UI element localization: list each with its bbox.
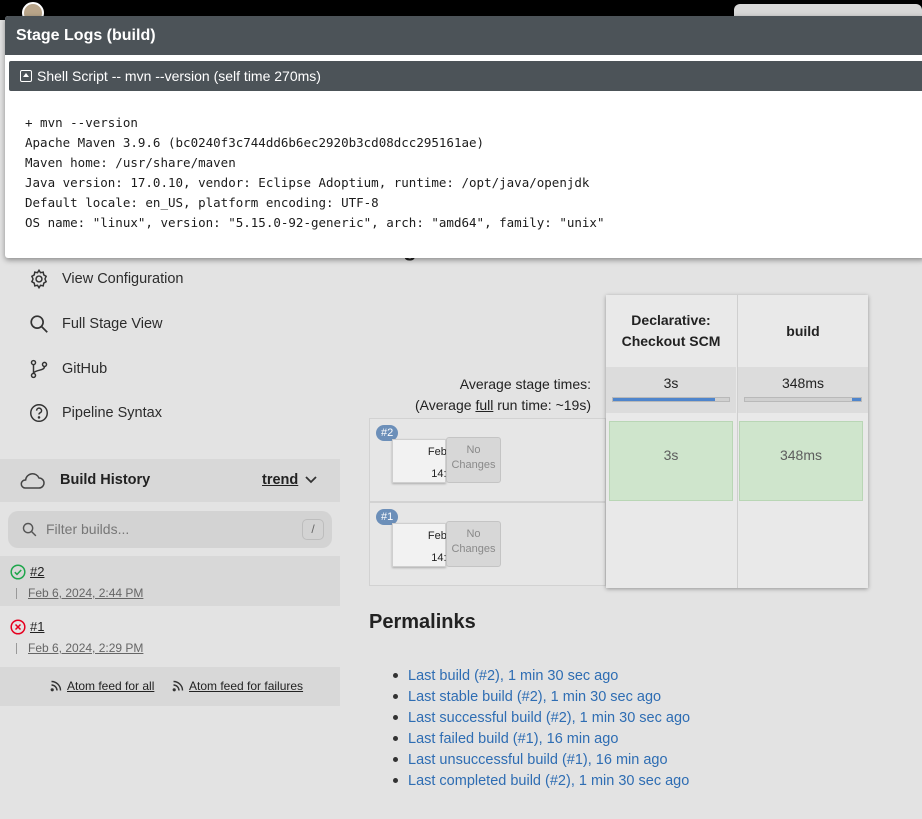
atom-feed-failures-link[interactable]: Atom feed for failures <box>172 679 303 693</box>
sidebar-item-label: Full Stage View <box>62 316 163 332</box>
full-run-link[interactable]: full <box>475 397 493 413</box>
sidebar-item-pipeline-syntax[interactable]: Pipeline Syntax <box>28 401 162 425</box>
stage-duration: 348ms <box>779 447 823 463</box>
build-date-link[interactable]: Feb 6, 2024, 2:44 PM <box>28 586 143 600</box>
permalink-item[interactable]: Last unsuccessful build (#1), 16 min ago <box>393 749 690 770</box>
build-history-row[interactable]: #2 Feb 6, 2024, 2:44 PM <box>0 556 340 606</box>
cloud-icon <box>20 473 45 489</box>
trend-link[interactable]: trend <box>262 472 298 488</box>
log-step-label: Shell Script -- mvn --version (self time… <box>37 68 321 84</box>
success-check-icon <box>10 564 26 580</box>
log-line: Apache Maven 3.9.6 (bc0240f3c744dd6b6ec2… <box>25 135 485 150</box>
run-date-box: Feb 06 14:29 <box>392 523 462 567</box>
log-line: OS name: "linux", version: "5.15.0-92-ge… <box>25 215 605 230</box>
log-line: Default locale: en_US, platform encoding… <box>25 195 379 210</box>
stage-duration: 3s <box>663 447 679 463</box>
build-history-header: Build History trend <box>0 459 340 502</box>
sidebar-item-label: View Configuration <box>62 271 184 287</box>
avg-time-value: 3s <box>663 375 679 391</box>
sidebar-item-github[interactable]: GitHub <box>28 357 107 381</box>
permalink-item[interactable]: Last build (#2), 1 min 30 sec ago <box>393 665 690 686</box>
timeline-divider <box>16 588 17 599</box>
stage-header-build: build <box>786 322 820 339</box>
shortcut-key-badge: / <box>302 519 324 540</box>
build-history-row[interactable]: #1 Feb 6, 2024, 2:29 PM <box>0 611 340 661</box>
rss-icon <box>50 680 62 692</box>
help-icon <box>30 404 48 422</box>
avg-run-prefix: (Average <box>414 397 476 413</box>
failure-x-icon <box>10 619 26 635</box>
chevron-down-icon[interactable] <box>304 475 318 485</box>
log-step-header[interactable]: Shell Script -- mvn --version (self time… <box>9 61 922 91</box>
sidebar-item-view-configuration[interactable]: View Configuration <box>28 267 183 291</box>
filter-placeholder: Filter builds... <box>46 521 130 537</box>
stage-cell-success[interactable]: 3s <box>609 421 733 501</box>
permalink-item[interactable]: Last successful build (#2), 1 min 30 sec… <box>393 707 690 728</box>
permalink-item[interactable]: Last stable build (#2), 1 min 30 sec ago <box>393 686 690 707</box>
atom-feeds-bar: Atom feed for all Atom feed for failures <box>0 667 340 706</box>
run-date-box: Feb 06 14:44 <box>392 439 462 483</box>
avg-run-suffix: run time: ~19s) <box>493 397 591 413</box>
run-card: Feb 06 14:44 No Changes <box>392 435 502 483</box>
permalink-item[interactable]: Last failed build (#1), 16 min ago <box>393 728 690 749</box>
run-row-header[interactable]: #2 Feb 06 14:44 No Changes <box>369 418 606 502</box>
branch-icon <box>30 359 48 379</box>
log-output: + mvn --version Apache Maven 3.9.6 (bc024… <box>25 113 604 233</box>
build-number-link[interactable]: #1 <box>30 619 44 634</box>
gear-icon <box>30 268 48 290</box>
stage-header-checkout-scm: Declarative: Checkout SCM <box>621 312 721 349</box>
stage-logs-dialog: Stage Logs (build) Shell Script -- mvn -… <box>5 16 922 258</box>
build-history-title: Build History <box>60 472 151 488</box>
avg-progress-track <box>744 397 862 402</box>
avg-time-value: 348ms <box>781 375 825 391</box>
no-changes-box[interactable]: No Changes <box>446 521 501 567</box>
permalink-item[interactable]: Last completed build (#2), 1 min 30 sec … <box>393 770 690 791</box>
no-changes-box[interactable]: No Changes <box>446 437 501 483</box>
stage-cell-empty <box>739 505 863 585</box>
search-icon <box>30 315 48 333</box>
filter-builds-input[interactable]: Filter builds... / <box>8 511 332 548</box>
collapse-toggle-icon[interactable] <box>20 70 32 82</box>
log-line: + mvn --version <box>25 115 138 130</box>
atom-feed-failures-label: Atom feed for failures <box>189 679 304 693</box>
stage-view-table: Declarative: Checkout SCM build 3s 348ms… <box>606 295 868 588</box>
sidebar-item-full-stage-view[interactable]: Full Stage View <box>28 312 162 336</box>
atom-feed-all-link[interactable]: Atom feed for all <box>50 679 154 693</box>
average-run-time-label: (Average full run time: ~19s) <box>415 397 591 413</box>
permalinks-list: Last build (#2), 1 min 30 sec ago Last s… <box>393 665 690 791</box>
timeline-divider <box>16 643 17 654</box>
avg-time-cell: 3s <box>606 367 736 413</box>
permalinks-heading: Permalinks <box>369 611 476 633</box>
rss-icon <box>172 680 184 692</box>
average-stage-times-label: Average stage times: <box>459 376 591 392</box>
avg-progress-fill <box>613 398 716 401</box>
run-card: Feb 06 14:29 No Changes <box>392 519 502 567</box>
sidebar-item-label: Pipeline Syntax <box>62 405 162 421</box>
search-icon <box>22 522 37 537</box>
avg-progress-track <box>612 397 730 402</box>
run-row-header[interactable]: #1 Feb 06 14:29 No Changes <box>369 502 606 586</box>
log-line: Java version: 17.0.10, vendor: Eclipse A… <box>25 175 590 190</box>
column-divider <box>737 295 738 588</box>
avg-progress-fill <box>851 398 861 401</box>
log-line: Maven home: /usr/share/maven <box>25 155 236 170</box>
avg-time-cell: 348ms <box>738 367 868 413</box>
atom-feed-all-label: Atom feed for all <box>67 679 155 693</box>
sidebar-item-label: GitHub <box>62 361 108 377</box>
build-number-link[interactable]: #2 <box>30 564 44 579</box>
stage-cell-success[interactable]: 348ms <box>739 421 863 501</box>
stage-cell-empty <box>609 505 733 585</box>
dialog-title: Stage Logs (build) <box>5 16 922 55</box>
build-date-link[interactable]: Feb 6, 2024, 2:29 PM <box>28 641 143 655</box>
